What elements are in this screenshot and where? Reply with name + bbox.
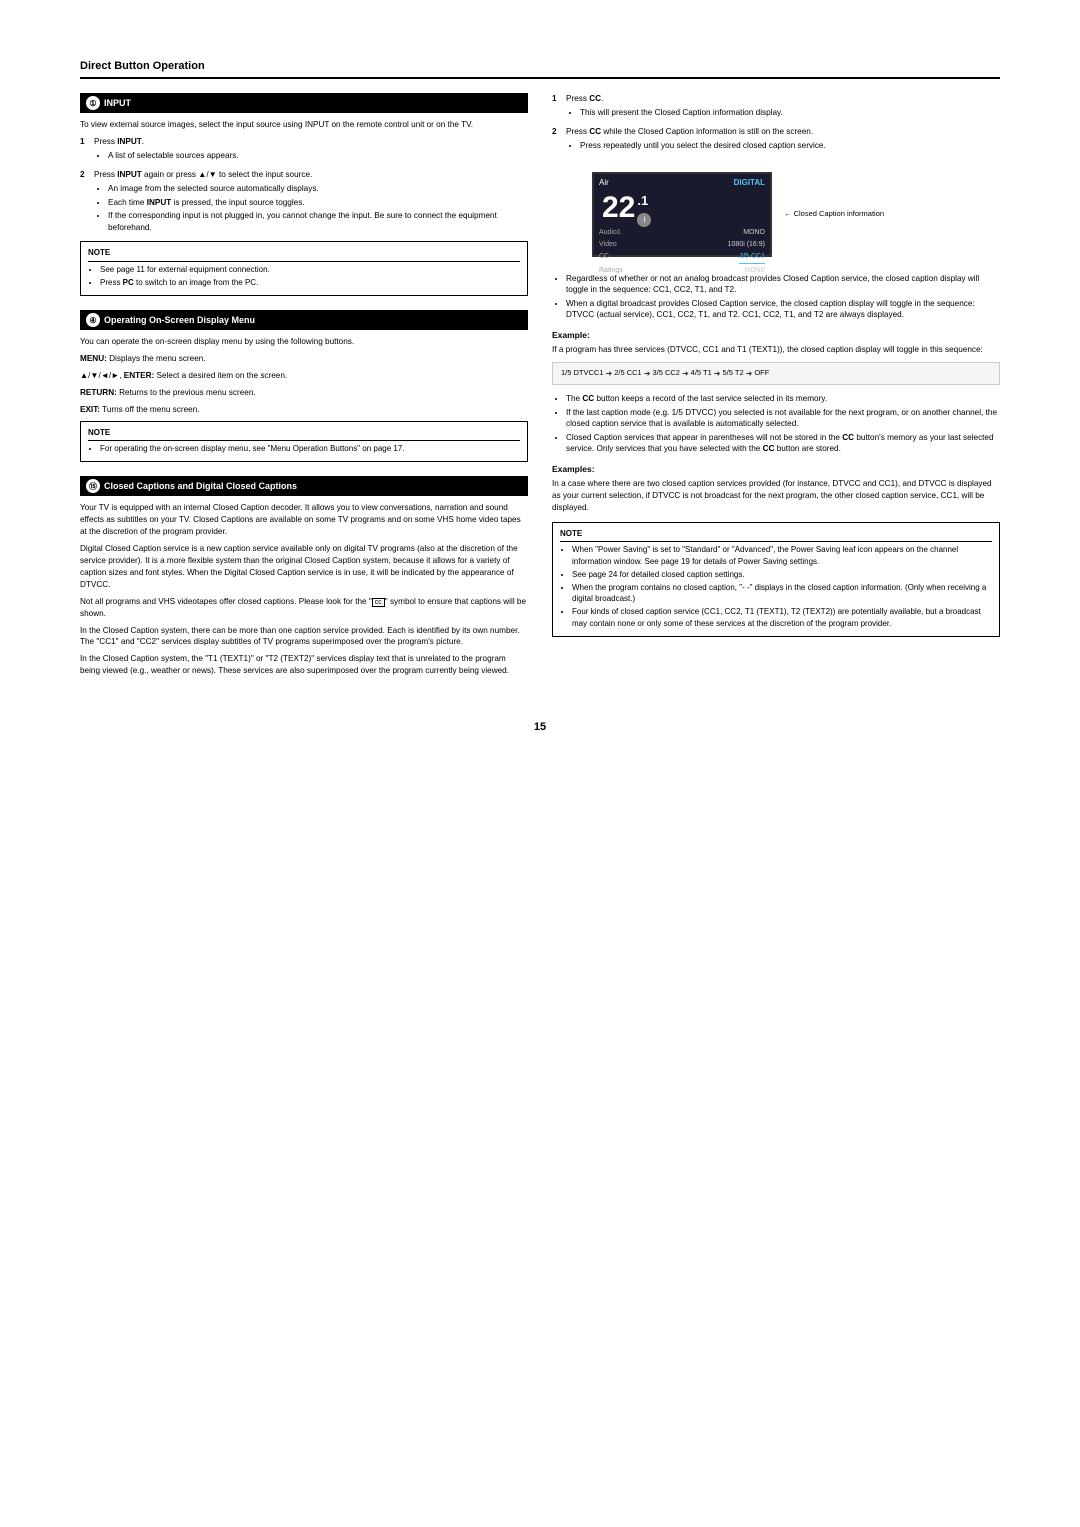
- input-section-body: To view external source images, select t…: [80, 119, 528, 296]
- cc-info-label: ← Closed Caption information: [784, 209, 884, 219]
- cc-para4: In the Closed Caption system, there can …: [80, 625, 528, 649]
- input-step2-text: Press INPUT again or press ▲/▼ to select…: [94, 170, 312, 179]
- osd-intro: You can operate the on-screen display me…: [80, 336, 528, 348]
- input-step2-bullets: An image from the selected source automa…: [108, 183, 528, 233]
- tv-air-label: Air: [599, 177, 609, 189]
- right-note: NOTE When "Power Saving" is set to "Stan…: [552, 522, 1000, 637]
- middle-bullet1: The CC button keeps a record of the last…: [566, 393, 1000, 404]
- tv-display-wrapper: Air DIGITAL 22 .1 i Audio1: [572, 164, 1000, 265]
- seq-item-1: 1/5 DTVCC1: [561, 368, 604, 379]
- cc-section-body: Your TV is equipped with an internal Clo…: [80, 502, 528, 677]
- cc-step1-text: Press CC.: [566, 94, 603, 103]
- example1-section: Example: If a program has three services…: [552, 329, 1000, 386]
- input-section-header: ① INPUT: [80, 93, 528, 113]
- seq-item-5: 5/5 T2: [723, 368, 744, 379]
- osd-badge: ④: [86, 313, 100, 327]
- example1-text: If a program has three services (DTVCC, …: [552, 344, 1000, 356]
- osd-body-nav: ▲/▼/◄/►, ENTER: Select a desired item on…: [80, 370, 528, 382]
- input-note-bullet1: See page 11 for external equipment conne…: [100, 264, 520, 275]
- osd-section-header: ④ Operating On-Screen Display Menu: [80, 310, 528, 330]
- osd-body-menu: MENU: Displays the menu screen.: [80, 353, 528, 365]
- cc-steps-body: 1 Press CC. This will present the Closed…: [552, 93, 1000, 637]
- sequence-diagram: 1/5 DTVCC1 ➜ 2/5 CC1 ➜ 3/5 CC2 ➜ 4/5 T1 …: [552, 362, 1000, 386]
- left-column: ① INPUT To view external source images, …: [80, 93, 528, 691]
- tv-screen: Air DIGITAL 22 .1 i Audio1: [592, 172, 772, 257]
- input-badge: ①: [86, 96, 100, 110]
- input-step-2: 2 Press INPUT again or press ▲/▼ to sele…: [80, 169, 528, 237]
- cc-step2-bullets: Press repeatedly until you select the de…: [580, 140, 826, 151]
- cc-para3: Not all programs and VHS videotapes offe…: [80, 596, 528, 620]
- page-title: Direct Button Operation: [80, 60, 1000, 79]
- input-step-1: 1 Press INPUT. A list of selectable sour…: [80, 136, 528, 165]
- seq-item-2: 2/5 CC1: [614, 368, 642, 379]
- tv-cc-row: CC 2/5 CC1: [594, 251, 770, 264]
- seq-item-4: 4/5 T1: [691, 368, 712, 379]
- cc-step1-bullet1: This will present the Closed Caption inf…: [580, 107, 783, 118]
- osd-note: NOTE For operating the on-screen display…: [80, 421, 528, 463]
- input-intro: To view external source images, select t…: [80, 119, 528, 131]
- middle-bullets: The CC button keeps a record of the last…: [566, 393, 1000, 454]
- middle-bullet2: If the last caption mode (e.g. 1/5 DTVCC…: [566, 407, 1000, 430]
- cc-after-tv-bullets: Regardless of whether or not an analog b…: [566, 273, 1000, 321]
- input-step2-bullet1: An image from the selected source automa…: [108, 183, 528, 194]
- tv-channel-sub: .1: [637, 192, 651, 211]
- tv-digital-label: DIGITAL: [734, 177, 765, 189]
- tv-audio-row: Audio1 MONO: [594, 227, 770, 239]
- cc-section-header: ⑮ Closed Captions and Digital Closed Cap…: [80, 476, 528, 496]
- input-step1-bullets: A list of selectable sources appears.: [108, 150, 239, 161]
- page-number: 15: [80, 721, 1000, 733]
- cc-step2-bullet1: Press repeatedly until you select the de…: [580, 140, 826, 151]
- examples2-section: Examples: In a case where there are two …: [552, 463, 1000, 514]
- example1-label: Example:: [552, 329, 1000, 341]
- cc-para2: Digital Closed Caption service is a new …: [80, 543, 528, 591]
- input-step1-bullet1: A list of selectable sources appears.: [108, 150, 239, 161]
- input-header-label: INPUT: [104, 98, 131, 108]
- right-note-bullet1: When "Power Saving" is set to "Standard"…: [572, 544, 992, 566]
- cc-para5: In the Closed Caption system, the "T1 (T…: [80, 653, 528, 677]
- input-step1-text: Press INPUT.: [94, 137, 144, 146]
- cc-step1-bullets: This will present the Closed Caption inf…: [580, 107, 783, 118]
- osd-body-exit: EXIT: Turns off the menu screen.: [80, 404, 528, 416]
- cc-badge: ⑮: [86, 479, 100, 493]
- right-note-bullet4: Four kinds of closed caption service (CC…: [572, 606, 992, 628]
- examples2-label: Examples:: [552, 463, 1000, 475]
- cc-step-2: 2 Press CC while the Closed Caption info…: [552, 126, 1000, 155]
- seq-item-3: 3/5 CC2: [652, 368, 680, 379]
- examples2-text: In a case where there are two closed cap…: [552, 478, 1000, 514]
- middle-bullet3: Closed Caption services that appear in p…: [566, 432, 1000, 455]
- cc-para1: Your TV is equipped with an internal Clo…: [80, 502, 528, 538]
- tv-ratings-row: Ratings NONE: [594, 265, 770, 277]
- osd-note-bullet1: For operating the on-screen display menu…: [100, 443, 520, 454]
- tv-channel-number: 22: [602, 193, 635, 223]
- tv-icon: i: [637, 213, 651, 227]
- cc-bullet-digital: When a digital broadcast provides Closed…: [566, 298, 1000, 321]
- input-note-bullet2: Press PC to switch to an image from the …: [100, 277, 520, 288]
- cc-step2-text: Press CC while the Closed Caption inform…: [566, 127, 813, 136]
- osd-header-label: Operating On-Screen Display Menu: [104, 315, 255, 325]
- right-note-bullet2: See page 24 for detailed closed caption …: [572, 569, 992, 580]
- input-step2-bullet2: Each time INPUT is pressed, the input so…: [108, 197, 528, 208]
- seq-item-6: OFF: [754, 368, 769, 379]
- osd-body-return: RETURN: Returns to the previous menu scr…: [80, 387, 528, 399]
- input-note: NOTE See page 11 for external equipment …: [80, 241, 528, 296]
- right-column: 1 Press CC. This will present the Closed…: [552, 93, 1000, 691]
- input-step2-bullet3: If the corresponding input is not plugge…: [108, 210, 528, 233]
- cc-header-label: Closed Captions and Digital Closed Capti…: [104, 481, 297, 491]
- right-note-bullet3: When the program contains no closed capt…: [572, 582, 992, 604]
- osd-section-body: You can operate the on-screen display me…: [80, 336, 528, 462]
- tv-video-row: Video 1080i (16:9): [594, 239, 770, 251]
- cc-step-1: 1 Press CC. This will present the Closed…: [552, 93, 1000, 122]
